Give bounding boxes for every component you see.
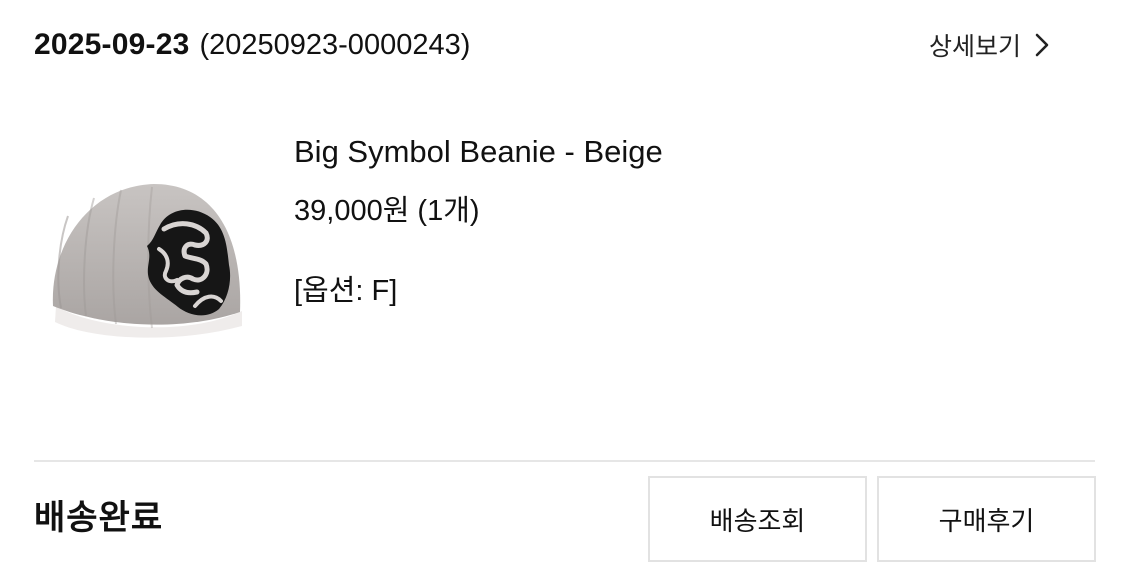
product-image[interactable]: [46, 174, 251, 352]
product-info: Big Symbol Beanie - Beige 39,000원 (1개) […: [294, 129, 1054, 314]
delivery-status: 배송완료: [34, 499, 164, 537]
product-option: [옵션: F]: [294, 275, 398, 307]
order-date: 2025-09-23: [34, 28, 190, 61]
order-actions: 배송조회 구매후기: [648, 476, 1096, 562]
order-header: 2025-09-23 (20250923-0000243) 상세보기: [34, 22, 1053, 68]
product-price: 39,000원 (1개): [294, 195, 480, 227]
review-button[interactable]: 구매후기: [877, 476, 1096, 562]
order-meta: 2025-09-23 (20250923-0000243): [34, 28, 470, 62]
tracking-button-label: 배송조회: [709, 505, 806, 536]
section-divider: [34, 460, 1095, 462]
review-button-label: 구매후기: [938, 505, 1035, 536]
order-number: (20250923-0000243): [199, 29, 471, 61]
detail-link-label: 상세보기: [928, 33, 1021, 61]
detail-link[interactable]: 상세보기: [929, 27, 1053, 63]
chevron-right-icon: [1031, 30, 1053, 60]
tracking-button[interactable]: 배송조회: [648, 476, 867, 562]
product-name[interactable]: Big Symbol Beanie - Beige: [294, 129, 1054, 175]
